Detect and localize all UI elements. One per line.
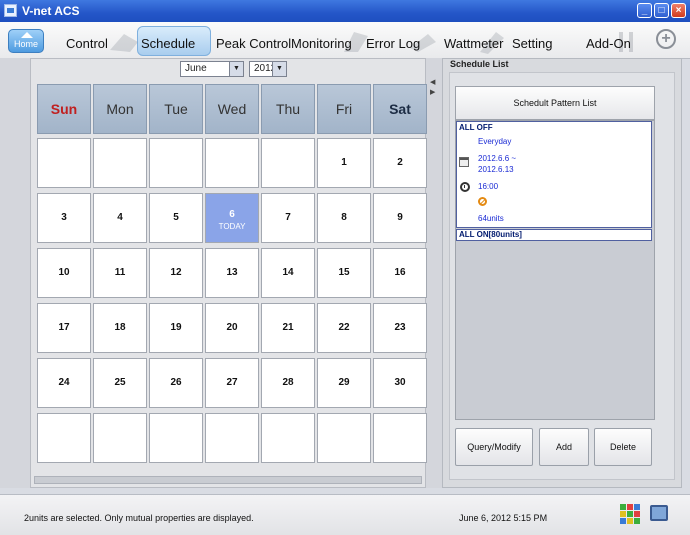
day-cell[interactable]: 15 xyxy=(317,248,371,298)
day-cell[interactable]: 17 xyxy=(37,303,91,353)
day-cell[interactable] xyxy=(205,138,259,188)
pattern-list-header: Schedult Pattern List xyxy=(455,86,655,120)
day-cell[interactable]: 9 xyxy=(373,193,427,243)
day-cell[interactable]: 19 xyxy=(149,303,203,353)
title-bar: V-net ACS _ □ × xyxy=(0,0,690,22)
day-cell[interactable]: 20 xyxy=(205,303,259,353)
schedule-panel-title: Schedule List xyxy=(450,59,509,69)
day-cell[interactable] xyxy=(205,413,259,463)
control-deco-icon xyxy=(110,34,138,52)
day-cell[interactable]: 11 xyxy=(93,248,147,298)
delete-button[interactable]: Delete xyxy=(594,428,652,466)
month-value: June xyxy=(185,63,207,74)
horizontal-scrollbar[interactable] xyxy=(34,476,422,484)
home-label: Home xyxy=(13,39,38,49)
day-cell[interactable]: 28 xyxy=(261,358,315,408)
weekday-wed: Wed xyxy=(205,84,259,134)
collapse-left-arrow-icon[interactable]: ◀ xyxy=(430,78,435,86)
menu-peak-control[interactable]: Peak Control xyxy=(216,36,291,51)
menu-add-on[interactable]: Add-On xyxy=(586,36,631,51)
add-button[interactable]: Add xyxy=(539,428,589,466)
day-cell[interactable]: 5 xyxy=(149,193,203,243)
home-icon xyxy=(21,32,33,38)
calendar-icon xyxy=(459,157,469,167)
day-cell[interactable]: 30 xyxy=(373,358,427,408)
day-cell[interactable]: 23 xyxy=(373,303,427,353)
status-message: 2units are selected. Only mutual propert… xyxy=(24,513,254,523)
day-cell[interactable]: 25 xyxy=(93,358,147,408)
minimize-button[interactable]: _ xyxy=(637,3,652,18)
day-cell[interactable]: 12 xyxy=(149,248,203,298)
menu-wattmeter[interactable]: Wattmeter xyxy=(444,36,503,51)
pattern-units: 64units xyxy=(478,214,504,223)
year-select[interactable]: 2012 ▼ xyxy=(249,61,287,77)
no-operation-icon xyxy=(478,197,487,206)
day-cell-today[interactable]: 6 TODAY xyxy=(205,193,259,243)
day-cell[interactable]: 1 xyxy=(317,138,371,188)
day-cell[interactable]: 7 xyxy=(261,193,315,243)
close-button[interactable]: × xyxy=(671,3,686,18)
day-cell[interactable]: 21 xyxy=(261,303,315,353)
home-button[interactable]: Home xyxy=(8,29,44,53)
pattern-date-to: 2012.6.13 xyxy=(478,165,514,174)
day-cell[interactable]: 26 xyxy=(149,358,203,408)
grid-view-icon[interactable] xyxy=(620,504,640,524)
maximize-button[interactable]: □ xyxy=(654,3,669,18)
day-cell[interactable]: 2 xyxy=(373,138,427,188)
today-day-number: 6 xyxy=(229,209,235,220)
day-cell[interactable]: 8 xyxy=(317,193,371,243)
plus-icon[interactable]: + xyxy=(656,29,676,49)
day-cell[interactable] xyxy=(93,138,147,188)
day-cell[interactable] xyxy=(149,138,203,188)
window-title: V-net ACS xyxy=(22,4,80,18)
day-cell[interactable] xyxy=(373,413,427,463)
day-cell[interactable] xyxy=(317,413,371,463)
month-select[interactable]: June ▼ xyxy=(180,61,244,77)
weekday-tue: Tue xyxy=(149,84,203,134)
pattern-date-from: 2012.6.6 ~ xyxy=(478,154,517,163)
clock-icon xyxy=(460,182,470,192)
screen-icon[interactable] xyxy=(650,505,668,521)
weekday-mon: Mon xyxy=(93,84,147,134)
day-cell[interactable] xyxy=(37,138,91,188)
day-cell[interactable]: 14 xyxy=(261,248,315,298)
day-cell[interactable]: 10 xyxy=(37,248,91,298)
day-cell[interactable] xyxy=(37,413,91,463)
day-cell[interactable]: 24 xyxy=(37,358,91,408)
app-icon xyxy=(4,4,17,17)
pattern-item-name: ALL OFF xyxy=(459,123,493,132)
day-cell[interactable]: 4 xyxy=(93,193,147,243)
weekday-sat: Sat xyxy=(373,84,427,134)
menu-schedule[interactable]: Schedule xyxy=(141,36,195,51)
day-cell[interactable] xyxy=(261,138,315,188)
chevron-down-icon: ▼ xyxy=(272,62,286,76)
day-cell[interactable]: 13 xyxy=(205,248,259,298)
day-cell[interactable]: 29 xyxy=(317,358,371,408)
chevron-down-icon: ▼ xyxy=(229,62,243,76)
left-gutter xyxy=(0,58,30,488)
pattern-repeat: Everyday xyxy=(478,137,512,146)
day-cell[interactable] xyxy=(93,413,147,463)
pattern-time: 16:00 xyxy=(478,182,499,191)
day-cell[interactable]: 16 xyxy=(373,248,427,298)
day-cell[interactable] xyxy=(261,413,315,463)
query-modify-button[interactable]: Query/Modify xyxy=(455,428,533,466)
day-cell[interactable]: 18 xyxy=(93,303,147,353)
menu-error-log[interactable]: Error Log xyxy=(366,36,420,51)
weekday-thu: Thu xyxy=(261,84,315,134)
day-cell[interactable] xyxy=(149,413,203,463)
pattern-item-name: ALL ON[80units] xyxy=(459,230,522,239)
day-cell[interactable]: 27 xyxy=(205,358,259,408)
menu-monitoring[interactable]: Monitoring xyxy=(291,36,352,51)
menu-setting[interactable]: Setting xyxy=(512,36,552,51)
day-cell[interactable]: 3 xyxy=(37,193,91,243)
today-label: TODAY xyxy=(218,222,246,231)
weekday-fri: Fri xyxy=(317,84,371,134)
status-datetime: June 6, 2012 5:15 PM xyxy=(459,513,548,523)
panel-splitter[interactable] xyxy=(426,58,442,488)
weekday-sun: Sun xyxy=(37,84,91,134)
day-cell[interactable]: 22 xyxy=(317,303,371,353)
collapse-right-arrow-icon[interactable]: ▶ xyxy=(430,88,435,96)
menu-control[interactable]: Control xyxy=(66,36,108,51)
